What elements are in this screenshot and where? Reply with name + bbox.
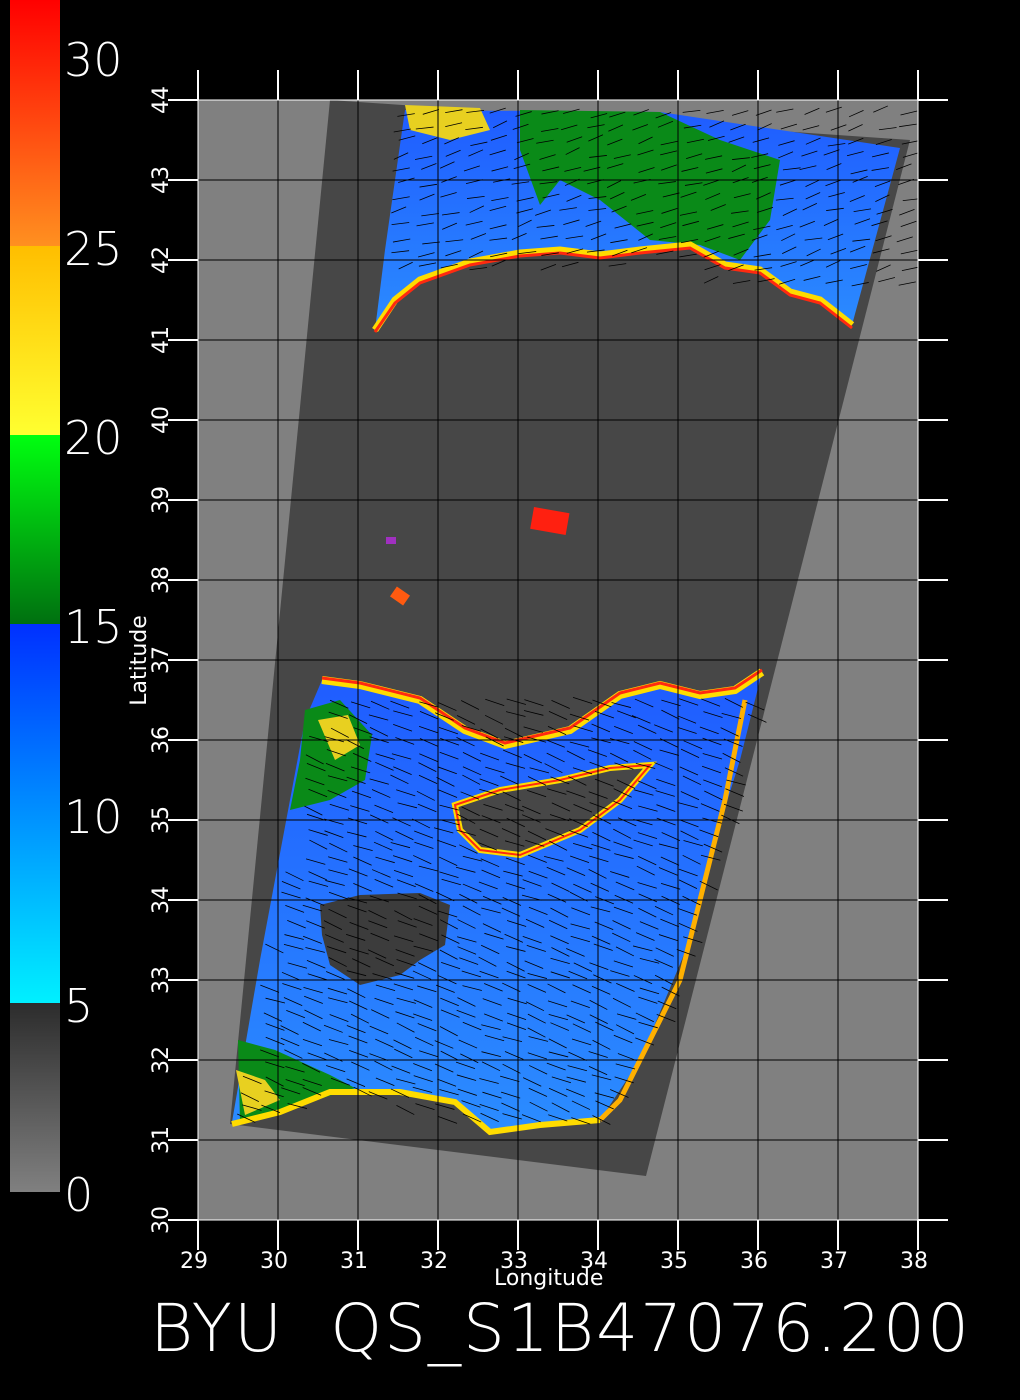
y-tick-label: 41: [149, 326, 174, 354]
y-tick-label: 37: [149, 646, 174, 674]
x-tick-label: 35: [660, 1249, 688, 1274]
y-tick-label: 42: [149, 246, 174, 274]
x-tick-label: 30: [260, 1249, 288, 1274]
y-tick-label: 34: [149, 886, 174, 914]
y-tick-label: 31: [149, 1126, 174, 1154]
y-tick-label: 38: [149, 566, 174, 594]
y-tick-label: 30: [149, 1206, 174, 1234]
x-tick-label: 32: [420, 1249, 448, 1274]
y-tick-label: 36: [149, 726, 174, 754]
x-tick-label: 36: [740, 1249, 768, 1274]
title-text: BYU QS_S1B47076.200: [150, 1290, 972, 1367]
x-tick-label: 38: [900, 1249, 928, 1274]
y-tick-label: 44: [149, 86, 174, 114]
lake-small-west: [386, 537, 396, 544]
x-tick-label: 31: [340, 1249, 368, 1274]
y-tick-label: 35: [149, 806, 174, 834]
y-axis-label: Latitude: [126, 615, 152, 706]
y-tick-label: 39: [149, 486, 174, 514]
x-tick-label: 29: [180, 1249, 208, 1274]
y-tick-label: 43: [149, 166, 174, 194]
y-tick-label: 33: [149, 966, 174, 994]
y-tick-label: 40: [149, 406, 174, 434]
wind-map: 29 30 31 32 33 34 35 36 37 3830313233343536373839…: [149, 70, 948, 1274]
x-tick-label: 37: [820, 1249, 848, 1274]
pass-title: BYU QS_S1B47076.200: [0, 1290, 1020, 1370]
x-axis-label: Longitude: [494, 1266, 604, 1291]
y-tick-label: 32: [149, 1046, 174, 1074]
